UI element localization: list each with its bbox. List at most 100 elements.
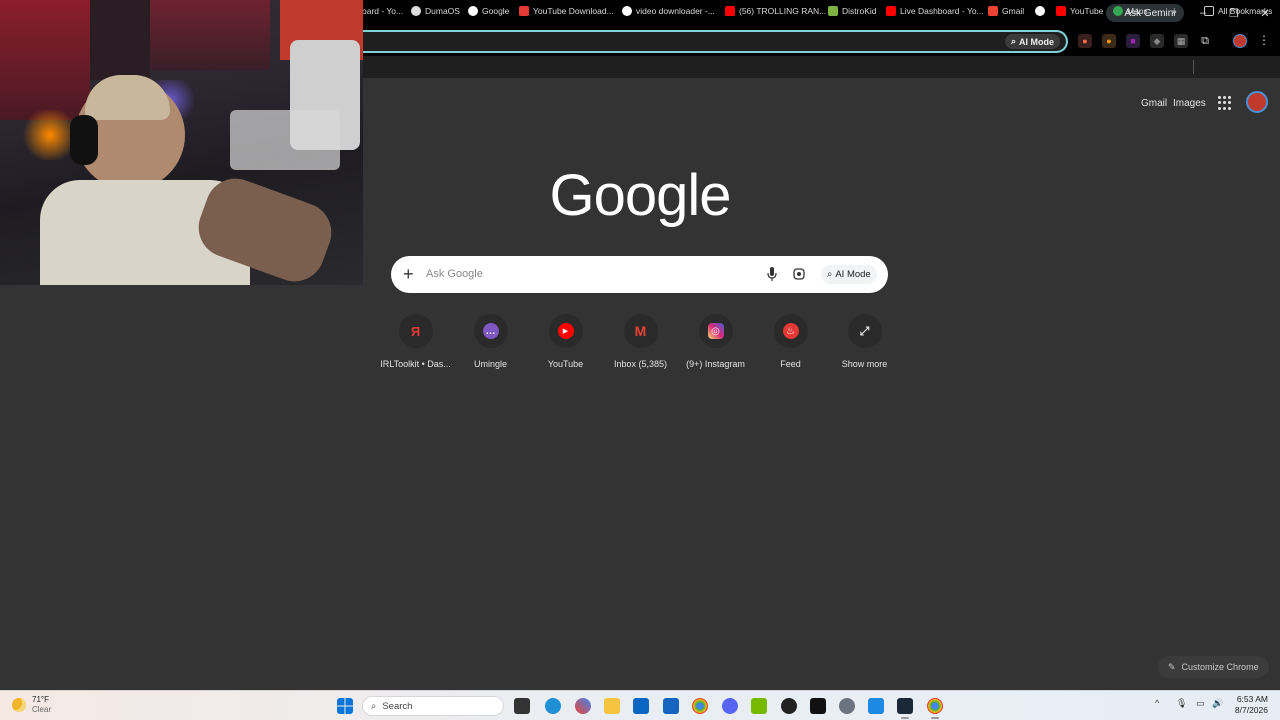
shortcut-show-more[interactable]: ⤢ Show more — [827, 314, 902, 369]
bookmark-item[interactable]: YouTube Download... — [519, 4, 614, 18]
youtube-icon — [886, 6, 896, 16]
outlook-icon[interactable] — [633, 698, 649, 714]
bookmarks-overflow-button[interactable]: » — [1172, 4, 1177, 18]
microphone-tray-icon[interactable]: 🎙 — [1176, 698, 1187, 709]
gmail-link[interactable]: Gmail — [1141, 96, 1167, 110]
bookmark-item[interactable]: (56) TROLLING RAN... — [725, 4, 826, 18]
active-app-indicator — [931, 717, 939, 719]
extension-fire-icon[interactable]: ● — [1078, 34, 1092, 48]
google-icon — [468, 6, 478, 16]
omnibox-ai-mode-button[interactable]: ⌕ AI Mode — [1004, 34, 1060, 49]
customize-chrome-label: Customize Chrome — [1181, 662, 1259, 672]
google-apps-icon[interactable] — [1218, 96, 1232, 110]
maps-icon — [1113, 6, 1123, 16]
chrome-menu-icon[interactable]: ⋮ — [1258, 33, 1270, 47]
shortcut-feed[interactable]: ♨ Feed — [753, 314, 828, 369]
microphone-icon[interactable] — [767, 267, 777, 281]
network-icon[interactable]: ▭ — [1196, 698, 1205, 709]
google-logo: Google — [549, 163, 731, 228]
edge-icon[interactable] — [545, 698, 561, 714]
instagram-icon: ◎ — [707, 323, 724, 339]
account-avatar[interactable] — [1246, 91, 1268, 113]
task-view-icon[interactable] — [514, 698, 530, 714]
nvidia-icon[interactable] — [751, 698, 767, 714]
extension-flame-icon[interactable]: ● — [1102, 34, 1116, 48]
bookmark-item[interactable]: DistroKid — [828, 4, 876, 18]
bookmark-item[interactable]: DumaOS — [411, 4, 460, 18]
bookmark-item[interactable]: Maps — [1113, 4, 1148, 18]
volume-icon[interactable]: 🔊 — [1212, 698, 1223, 709]
steam-icon[interactable] — [897, 698, 913, 714]
gmail-icon — [988, 6, 998, 16]
google-lens-icon[interactable] — [793, 268, 805, 280]
discord-icon[interactable] — [722, 698, 738, 714]
profile-avatar-icon[interactable] — [1233, 34, 1247, 48]
address-bar[interactable]: ⌕ AI Mode — [340, 30, 1068, 53]
taskbar-search-box[interactable]: ⌕ Search — [362, 696, 504, 716]
bookmark-item[interactable]: Gmail — [988, 4, 1024, 18]
chrome-profile-icon[interactable] — [927, 698, 943, 714]
folder-icon — [1204, 6, 1214, 16]
extensions-puzzle-icon[interactable]: ⧉ — [1198, 34, 1212, 48]
images-link[interactable]: Images — [1173, 96, 1206, 110]
windows-start-icon[interactable] — [337, 698, 353, 714]
all-bookmarks-button[interactable]: All Bookmarks — [1204, 4, 1272, 18]
desk-bottles — [230, 110, 340, 170]
shortcut-irltoolkit[interactable]: Я IRLToolkit • Das... — [378, 314, 453, 369]
bookmark-item[interactable]: YouTube — [1056, 4, 1103, 18]
gmail-icon: M — [634, 323, 647, 339]
search-ai-mode-button[interactable]: ⌕ AI Mode — [821, 265, 877, 284]
search-input[interactable] — [426, 265, 756, 283]
clock-date: 8/7/2026 — [1234, 705, 1268, 715]
weather-condition: Clear — [32, 705, 52, 714]
copilot-icon[interactable] — [575, 698, 591, 714]
pencil-icon: ✎ — [1168, 661, 1176, 672]
youtube-icon — [1056, 6, 1066, 16]
taskbar-clock[interactable]: 6:53 AM 8/7/2026 — [1232, 694, 1268, 716]
search-ai-mode-label: AI Mode — [835, 269, 871, 280]
obs-icon[interactable] — [781, 698, 797, 714]
file-explorer-icon[interactable] — [604, 698, 620, 714]
chrome-icon[interactable] — [692, 698, 708, 714]
store-icon[interactable] — [663, 698, 679, 714]
clock-time: 6:53 AM — [1236, 694, 1268, 704]
youtube-icon: ▶ — [557, 323, 574, 339]
expand-icon: ⤢ — [859, 323, 870, 338]
distrokid-icon — [828, 6, 838, 16]
shortcut-umingle[interactable]: … Umingle — [453, 314, 528, 369]
moon-icon — [12, 698, 26, 712]
add-plus-icon[interactable]: + — [403, 265, 414, 283]
shortcuts-grid: Я IRLToolkit • Das... … Umingle ▶ YouTub… — [378, 314, 902, 374]
shortcut-label: (9+) Instagram — [686, 359, 745, 369]
bookmark-item[interactable]: oard - Yo... — [362, 4, 403, 18]
extension-purple-icon[interactable]: ■ — [1126, 34, 1140, 48]
search-icon: ⌕ — [371, 700, 377, 712]
search-box: + ⌕ AI Mode — [391, 256, 888, 293]
wall-poster — [90, 0, 150, 80]
bookmark-item[interactable]: Live Dashboard - Yo... — [886, 4, 984, 18]
tray-overflow-chevron-icon[interactable]: ^ — [1155, 698, 1159, 708]
headphones — [70, 115, 98, 165]
ai-search-icon: ⌕ — [827, 269, 833, 280]
weather-widget[interactable]: 71°F Clear — [12, 695, 51, 715]
extension-grid-icon[interactable]: ▦ — [1174, 34, 1188, 48]
capcut-icon[interactable] — [810, 698, 826, 714]
feed-icon: ♨ — [782, 323, 799, 339]
bookmark-item[interactable] — [1035, 4, 1045, 18]
shortcut-gmail-inbox[interactable]: M Inbox (5,385) — [603, 314, 678, 369]
extension-gray-icon[interactable]: ◆ — [1150, 34, 1164, 48]
bookmark-item[interactable]: video downloader -... — [622, 4, 715, 18]
shortcut-youtube[interactable]: ▶ YouTube — [528, 314, 603, 369]
download-icon — [519, 6, 529, 16]
globe-icon — [1035, 6, 1045, 16]
shortcut-label: Inbox (5,385) — [613, 359, 668, 369]
google-icon — [622, 6, 632, 16]
settings-gear-icon[interactable] — [839, 698, 855, 714]
customize-chrome-button[interactable]: ✎ Customize Chrome — [1158, 656, 1269, 678]
irltoolkit-icon: Я — [410, 323, 421, 339]
photos-icon[interactable] — [868, 698, 884, 714]
shortcut-label: IRLToolkit • Das... — [380, 359, 451, 369]
wall-poster — [150, 0, 270, 70]
shortcut-instagram[interactable]: ◎ (9+) Instagram — [678, 314, 753, 369]
bookmark-item[interactable]: Google — [468, 4, 509, 18]
